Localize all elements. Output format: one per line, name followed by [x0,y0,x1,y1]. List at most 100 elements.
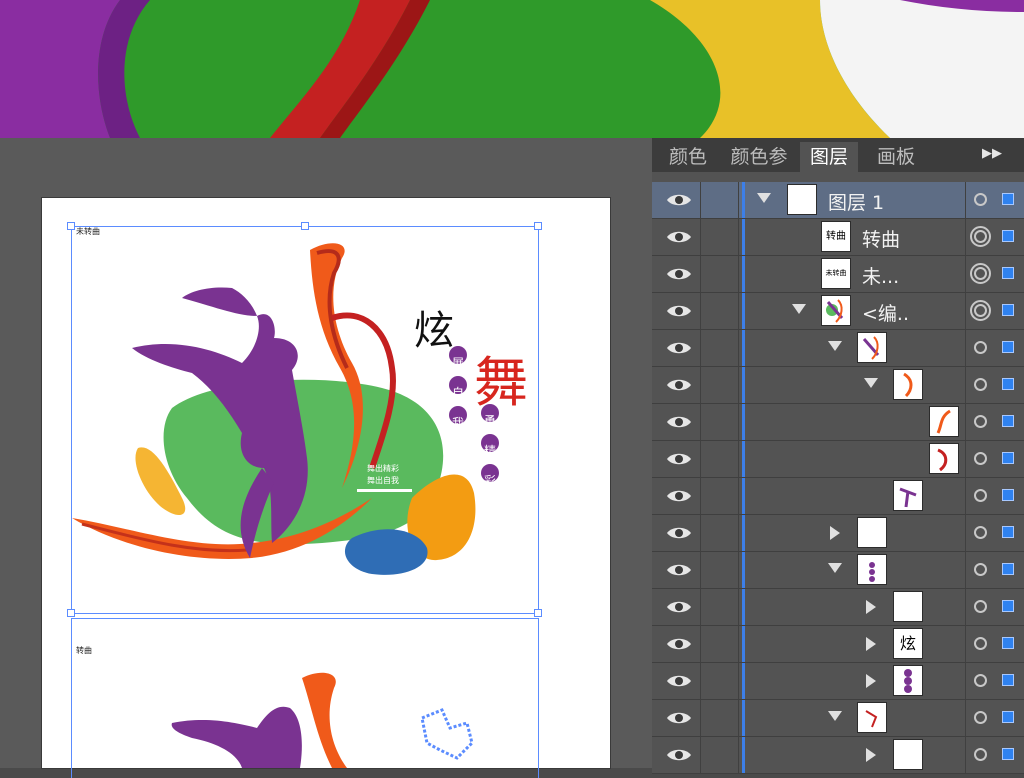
selection-handle[interactable] [301,222,309,230]
selection-handle[interactable] [67,609,75,617]
layer-row[interactable] [652,552,1024,589]
selection-indicator[interactable] [1002,378,1014,390]
target-circle-icon[interactable] [974,489,987,502]
layer-row[interactable] [652,367,1024,404]
target-circle-icon[interactable] [974,563,987,576]
layer-row[interactable]: 图层 1 [652,182,1024,219]
layer-row[interactable] [652,737,1024,774]
target-circle-icon[interactable] [974,526,987,539]
selection-indicator[interactable] [1002,600,1014,612]
layer-row[interactable] [652,700,1024,737]
eye-icon[interactable] [666,265,692,283]
selection-handle[interactable] [534,609,542,617]
selection-handle[interactable] [534,222,542,230]
target-circle-icon[interactable] [974,193,987,206]
expand-triangle-icon[interactable] [866,637,876,651]
target-circle-icon[interactable] [974,341,987,354]
eye-icon[interactable] [666,413,692,431]
expand-triangle-icon[interactable] [830,526,840,540]
layer-row[interactable]: <编.. [652,293,1024,330]
expand-triangle-icon[interactable] [866,600,876,614]
eye-icon[interactable] [666,376,692,394]
selection-indicator[interactable] [1002,304,1014,316]
artboard[interactable]: 未转曲 转曲 舞出精彩 舞出自我 炫 舞 展自我 勇精彩 [42,198,610,778]
collapse-triangle-icon[interactable] [792,304,806,314]
eye-icon[interactable] [666,746,692,764]
target-double-circle-icon[interactable] [970,226,991,247]
target-circle-icon[interactable] [974,711,987,724]
layer-thumbnail [894,481,922,510]
layer-row[interactable]: 未转曲 未... [652,256,1024,293]
selection-bounding-box-2[interactable] [71,618,539,778]
layer-row[interactable] [652,663,1024,700]
collapse-triangle-icon[interactable] [864,378,878,388]
eye-icon[interactable] [666,672,692,690]
layer-thumbnail: 未转曲 [822,259,850,288]
layer-name[interactable]: 转曲 [862,225,900,252]
tab-color[interactable]: 颜色 [664,142,712,172]
layer-row[interactable] [652,478,1024,515]
collapse-triangle-icon[interactable] [828,341,842,351]
selection-indicator[interactable] [1002,637,1014,649]
collapse-triangle-icon[interactable] [828,563,842,573]
eye-icon[interactable] [666,191,692,209]
target-circle-icon[interactable] [974,674,987,687]
selection-indicator[interactable] [1002,193,1014,205]
eye-icon[interactable] [666,487,692,505]
target-circle-icon[interactable] [974,378,987,391]
target-double-circle-icon[interactable] [970,263,991,284]
selection-indicator[interactable] [1002,489,1014,501]
layer-row[interactable]: 转曲 转曲 [652,219,1024,256]
selection-indicator[interactable] [1002,526,1014,538]
layer-name[interactable]: 未... [862,262,899,289]
target-circle-icon[interactable] [974,637,987,650]
layer-thumbnail [930,444,958,473]
eye-icon[interactable] [666,228,692,246]
eye-icon[interactable] [666,450,692,468]
target-circle-icon[interactable] [974,415,987,428]
selection-indicator[interactable] [1002,230,1014,242]
tab-layers[interactable]: 图层 [800,142,858,172]
target-circle-icon[interactable] [974,452,987,465]
collapse-triangle-icon[interactable] [828,711,842,721]
eye-icon[interactable] [666,709,692,727]
layer-thumbnail [858,333,886,362]
layer-list: 图层 1 转曲 转曲 未转曲 未... <编.. 炫 [652,182,1024,774]
layer-name[interactable]: 图层 1 [828,188,884,215]
expand-triangle-icon[interactable] [866,748,876,762]
tab-color-guide[interactable]: 颜色参 [720,142,798,172]
selection-handle[interactable] [67,222,75,230]
layer-name[interactable]: <编.. [862,299,909,326]
selection-indicator[interactable] [1002,748,1014,760]
double-chevron-right-icon[interactable]: ▶▶ [982,146,1002,161]
selection-indicator[interactable] [1002,452,1014,464]
eye-icon[interactable] [666,598,692,616]
layer-row[interactable] [652,330,1024,367]
selection-indicator[interactable] [1002,341,1014,353]
selection-indicator[interactable] [1002,674,1014,686]
layer-row[interactable] [652,441,1024,478]
layer-row[interactable] [652,589,1024,626]
layer-thumbnail: 炫 [894,629,922,658]
layer-thumbnail [894,666,922,695]
collapse-triangle-icon[interactable] [757,193,771,203]
selection-indicator[interactable] [1002,267,1014,279]
eye-icon[interactable] [666,561,692,579]
target-circle-icon[interactable] [974,600,987,613]
selection-indicator[interactable] [1002,415,1014,427]
selection-indicator[interactable] [1002,563,1014,575]
layer-row[interactable] [652,404,1024,441]
selection-indicator[interactable] [1002,711,1014,723]
layer-row[interactable] [652,515,1024,552]
expand-triangle-icon[interactable] [866,674,876,688]
eye-icon[interactable] [666,635,692,653]
eye-icon[interactable] [666,302,692,320]
eye-icon[interactable] [666,524,692,542]
layer-row[interactable]: 炫 [652,626,1024,663]
layers-panel[interactable]: 颜色 颜色参 图层 画板 ▶▶ 图层 1 转曲 转曲 未转曲 未... <编..… [652,138,1024,774]
tab-artboards[interactable]: 画板 [868,142,924,172]
target-double-circle-icon[interactable] [970,300,991,321]
eye-icon[interactable] [666,339,692,357]
target-circle-icon[interactable] [974,748,987,761]
selection-bounding-box[interactable] [71,226,539,614]
